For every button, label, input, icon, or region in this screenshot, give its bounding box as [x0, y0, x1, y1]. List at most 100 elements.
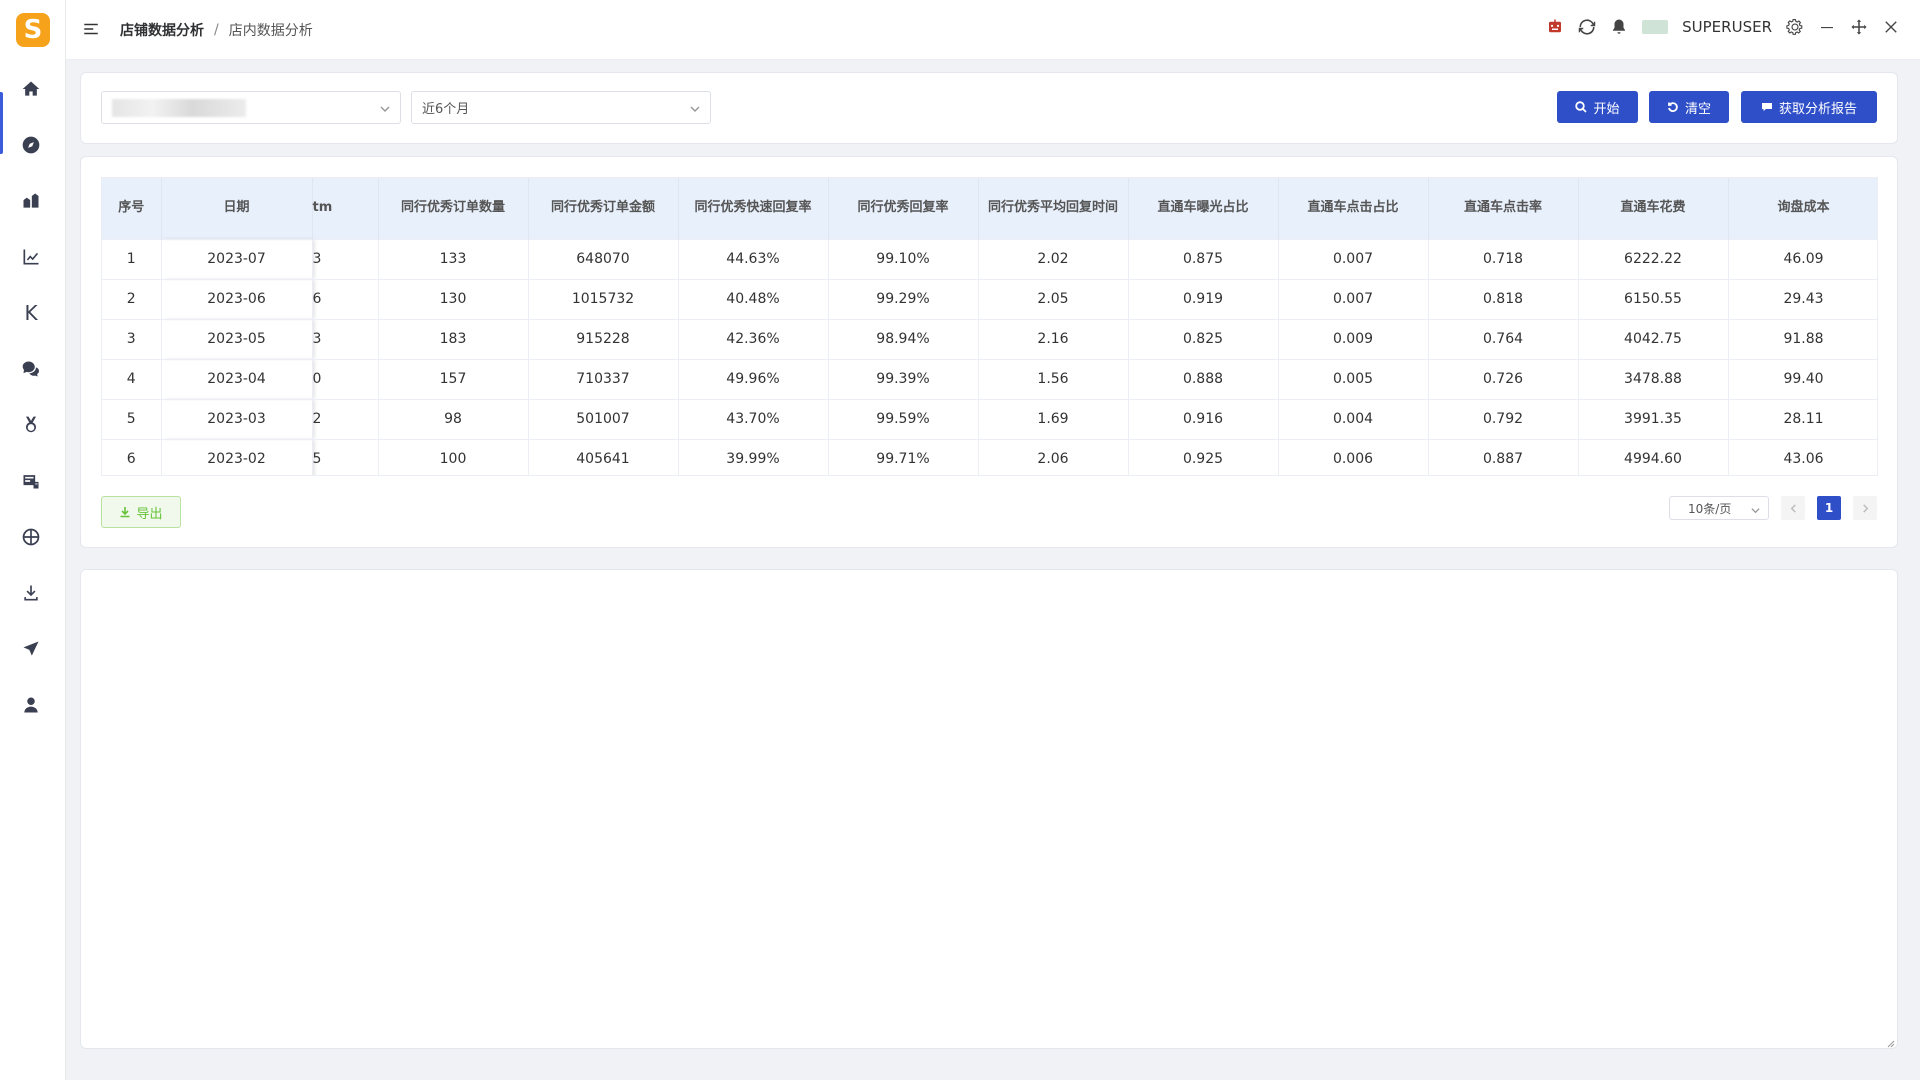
sidebar-item-user[interactable] [16, 690, 46, 720]
table-row[interactable]: 6 2023-02 5 100 405641 39.99% 99.71% 2.06 0.925 0… [102, 438, 1877, 475]
period-select-value: 近6个月 [422, 102, 470, 117]
table-cell: 0.726 [1428, 358, 1579, 399]
clear-button[interactable]: 清空 [1649, 91, 1729, 123]
bell-icon[interactable] [1610, 18, 1628, 36]
table-row[interactable]: 2 2023-06 6 130 1015732 40.48% 99.29% 2.05 0.919… [102, 278, 1877, 319]
start-button[interactable]: 开始 [1557, 91, 1638, 123]
top-bar: 店铺数据分析 / 店内数据分析 SUPERUSER [66, 0, 1920, 60]
table-cell: 29.43 [1728, 278, 1877, 319]
sidebar-item-store-analytics[interactable] [16, 186, 46, 216]
table-cell: 2023-04 [161, 358, 313, 399]
table-cell: 0.718 [1428, 238, 1579, 279]
table-cell: 1.69 [978, 398, 1129, 439]
minimize-icon[interactable] [1818, 18, 1836, 36]
column-header: 序号 [102, 178, 162, 239]
next-page-button[interactable] [1853, 496, 1877, 520]
column-header: 同行优秀快速回复率 [678, 178, 829, 239]
get-report-button-label: 获取分析报告 [1778, 100, 1857, 116]
table-cell: 6 [312, 278, 379, 319]
table-cell: 3991.35 [1578, 398, 1729, 439]
avatar[interactable] [1642, 20, 1669, 34]
prev-page-button[interactable] [1781, 496, 1805, 520]
send-icon [23, 641, 39, 656]
table-cell: 98.94% [828, 318, 979, 359]
table-cell: 0.005 [1278, 358, 1429, 399]
gear-icon[interactable] [1786, 18, 1804, 36]
table-cell: 183 [378, 318, 529, 359]
page-size-value: 10条/页 [1688, 501, 1732, 516]
download-icon [24, 585, 38, 601]
export-button[interactable]: 导出 [101, 496, 181, 528]
table-cell: 157 [378, 358, 529, 399]
table-cell: 6150.55 [1578, 278, 1729, 319]
table-cell: 0.792 [1428, 398, 1579, 439]
table-cell: 0.764 [1428, 318, 1579, 359]
sidebar-item-chat[interactable] [16, 354, 46, 384]
table-cell: 915228 [528, 318, 679, 359]
table-cell: 501007 [528, 398, 679, 439]
app-logo[interactable]: S [16, 13, 50, 47]
sidebar-item-line-chart[interactable] [16, 242, 46, 272]
comment-icon [1761, 103, 1772, 111]
k-icon: K [24, 301, 38, 325]
close-icon[interactable] [1882, 18, 1900, 36]
table-cell: 100 [378, 438, 529, 475]
sidebar-item-id-card[interactable] [16, 466, 46, 496]
table-cell: 2023-07 [161, 238, 313, 279]
username[interactable]: SUPERUSER [1682, 18, 1772, 36]
logo-letter: S [23, 15, 43, 45]
sidebar-item-globe[interactable] [16, 522, 46, 552]
clear-button-label: 清空 [1684, 100, 1711, 116]
table-cell: 133 [378, 238, 529, 279]
table-cell: 2.16 [978, 318, 1129, 359]
store-select[interactable] [101, 91, 401, 124]
sidebar-item-k[interactable]: K [16, 298, 46, 328]
breadcrumb-current: 店内数据分析 [228, 23, 313, 39]
table-cell: 2023-03 [161, 398, 313, 439]
table-cell: 2 [312, 398, 379, 439]
search-icon [1575, 101, 1588, 113]
start-button-label: 开始 [1593, 100, 1620, 116]
home-icon [22, 81, 40, 96]
line-chart-icon [23, 249, 39, 265]
sidebar-item-home[interactable] [16, 74, 46, 104]
table-body: 1 2023-07 3 133 648070 44.63% 99.10% 2.02 0.875 0… [102, 238, 1877, 475]
store-select-value-redacted [112, 98, 246, 117]
filter-panel: 近6个月 开始 清空 获取分析报告 [80, 72, 1898, 144]
breadcrumb-parent[interactable]: 店铺数据分析 [120, 20, 204, 40]
analysis-report-textarea[interactable] [80, 569, 1898, 1049]
table-row[interactable]: 5 2023-03 2 98 501007 43.70% 99.59% 1.69 0.916 0.… [102, 398, 1877, 439]
resize-handle-icon[interactable] [1885, 1036, 1895, 1048]
table-cell: 4 [102, 358, 162, 399]
page-size-select[interactable]: 10条/页 [1669, 496, 1769, 520]
column-header: 日期 [161, 178, 313, 239]
sidebar-item-medal[interactable] [16, 410, 46, 440]
table-cell: 42.36% [678, 318, 829, 359]
sidebar-item-compass[interactable] [16, 130, 46, 160]
chevron-right-icon [1862, 503, 1868, 513]
current-page[interactable]: 1 [1817, 496, 1841, 520]
chevron-left-icon [1790, 503, 1796, 513]
get-report-button[interactable]: 获取分析报告 [1741, 91, 1877, 123]
table-cell: 43.06 [1728, 438, 1877, 475]
table-row[interactable]: 3 2023-05 3 183 915228 42.36% 98.94% 2.16 0.825 0… [102, 318, 1877, 359]
table-row[interactable]: 1 2023-07 3 133 648070 44.63% 99.10% 2.02 0.875 0… [102, 238, 1877, 279]
move-icon[interactable] [1850, 18, 1868, 36]
sidebar-item-send[interactable] [16, 634, 46, 664]
globe-icon [22, 528, 40, 546]
period-select[interactable]: 近6个月 [411, 91, 711, 124]
robot-icon[interactable] [1546, 18, 1564, 36]
table-cell: 5 [312, 438, 379, 475]
table-cell: 99.10% [828, 238, 979, 279]
chevron-down-icon [690, 103, 700, 113]
refresh-icon[interactable] [1578, 18, 1596, 36]
store-analytics-icon [23, 193, 39, 208]
sidebar-item-download[interactable] [16, 578, 46, 608]
chevron-down-icon [1751, 504, 1760, 514]
column-header: tm [312, 178, 379, 239]
table-row[interactable]: 4 2023-04 0 157 710337 49.96% 99.39% 1.56 0.888 0… [102, 358, 1877, 399]
table-cell: 0.818 [1428, 278, 1579, 319]
table-cell: 46.09 [1728, 238, 1877, 279]
table-cell: 99.59% [828, 398, 979, 439]
menu-toggle-button[interactable] [82, 20, 100, 38]
